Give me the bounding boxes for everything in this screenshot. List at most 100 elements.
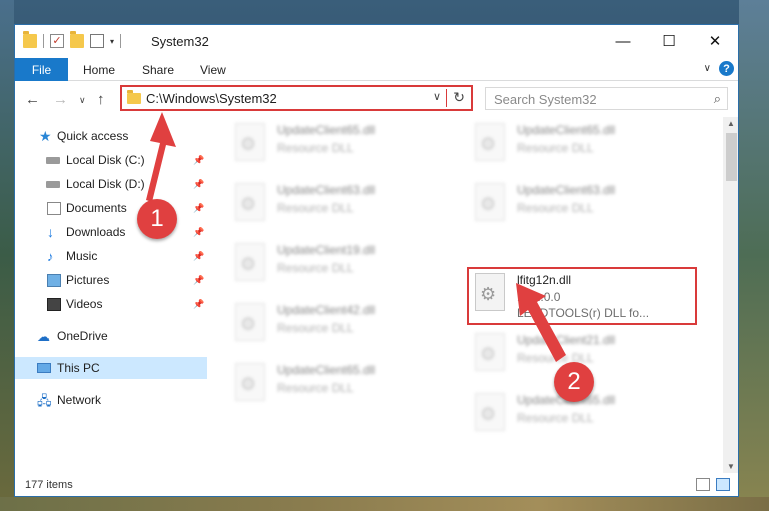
navigation-bar: ← → ∨ ↑ C:\Windows\System32 ∨ ↻ Search S… xyxy=(15,81,738,117)
file-name: UpdateClient19.dll xyxy=(277,243,376,257)
status-bar: 177 items xyxy=(15,473,738,496)
star-icon: ★ xyxy=(39,127,52,144)
tab-home[interactable]: Home xyxy=(83,58,115,81)
sidebar-item-music[interactable]: ♪ Music 📌 xyxy=(15,245,207,267)
sidebar-item-quick-access[interactable]: ★ Quick access xyxy=(15,125,207,147)
scroll-up-arrow-icon[interactable]: ▲ xyxy=(727,119,735,128)
view-properties-icon[interactable] xyxy=(90,34,104,48)
dll-file-icon xyxy=(475,183,505,221)
title-bar: ✓ ▾ System32 — ☐ ✕ xyxy=(15,25,738,58)
details-view-icon[interactable] xyxy=(696,478,710,491)
dll-file-icon xyxy=(475,273,505,311)
ribbon-right-controls: ∨ ? xyxy=(704,61,734,76)
file-tile[interactable]: UpdateClient65.dll Resource DLL xyxy=(229,117,459,173)
computer-icon xyxy=(37,363,51,373)
file-list: UpdateClient65.dll Resource DLL UpdateCl… xyxy=(211,117,723,473)
sidebar-item-network[interactable]: 🖧 Network xyxy=(15,389,207,411)
address-bar[interactable]: C:\Windows\System32 ∨ ↻ xyxy=(120,85,473,111)
sidebar-item-label: Documents xyxy=(66,201,127,215)
file-type: Resource DLL xyxy=(277,141,354,155)
callout-badge-2: 2 xyxy=(554,362,594,402)
tab-view[interactable]: View xyxy=(200,58,226,81)
file-type: Resource DLL xyxy=(517,201,594,215)
sidebar-item-downloads[interactable]: ↓ Downloads 📌 xyxy=(15,221,207,243)
search-placeholder[interactable]: Search System32 xyxy=(494,92,597,107)
sidebar-item-label: Local Disk (D:) xyxy=(66,177,145,191)
scrollbar-thumb[interactable] xyxy=(726,133,737,181)
dll-file-icon xyxy=(235,183,265,221)
pin-icon[interactable]: 📌 xyxy=(193,155,204,166)
file-name: UpdateClient42.dll xyxy=(277,303,376,317)
search-icon[interactable]: ⌕ xyxy=(714,91,721,107)
properties-check-icon[interactable]: ✓ xyxy=(50,34,64,48)
sidebar-item-onedrive[interactable]: ☁ OneDrive xyxy=(15,325,207,347)
minimize-button[interactable]: — xyxy=(600,25,646,57)
sidebar-item-label: This PC xyxy=(57,361,100,375)
file-name: UpdateClient65.dll xyxy=(277,123,376,137)
up-arrow-icon[interactable]: ↑ xyxy=(97,91,105,108)
back-arrow-icon[interactable]: ← xyxy=(25,91,40,108)
close-button[interactable]: ✕ xyxy=(692,25,738,57)
pin-icon[interactable]: 📌 xyxy=(193,299,204,310)
search-box[interactable]: Search System32 ⌕ xyxy=(485,87,728,110)
file-tile[interactable]: UpdateClient63.dll Resource DLL xyxy=(469,177,699,233)
file-tile[interactable]: UpdateClient65.dll Resource DLL xyxy=(229,357,459,413)
help-icon[interactable]: ? xyxy=(719,61,734,76)
navigation-pane: ★ Quick access Local Disk (C:) 📌 Local D… xyxy=(15,117,207,473)
address-path[interactable]: C:\Windows\System32 xyxy=(146,91,277,106)
dll-file-icon xyxy=(475,333,505,371)
file-tile[interactable]: UpdateClient19.dll Resource DLL xyxy=(229,237,459,293)
callout-badge-1: 1 xyxy=(137,199,177,239)
expand-ribbon-chevron-icon[interactable]: ∨ xyxy=(704,63,711,74)
sidebar-item-local-disk-c[interactable]: Local Disk (C:) 📌 xyxy=(15,149,207,171)
address-dropdown-chevron-icon[interactable]: ∨ xyxy=(433,90,441,103)
sidebar-item-local-disk-d[interactable]: Local Disk (D:) 📌 xyxy=(15,173,207,195)
view-toggle xyxy=(696,478,730,491)
file-name: UpdateClient21.dll xyxy=(517,333,616,347)
vertical-scrollbar[interactable]: ▲ ▼ xyxy=(723,117,738,473)
sidebar-item-this-pc[interactable]: This PC xyxy=(15,357,207,379)
customize-toolbar-chevron-icon[interactable]: ▾ xyxy=(110,37,114,46)
sidebar-item-label: OneDrive xyxy=(57,329,108,343)
refresh-icon[interactable]: ↻ xyxy=(453,89,465,106)
folder-icon[interactable] xyxy=(23,31,37,48)
file-name: UpdateClient63.dll xyxy=(277,183,376,197)
sidebar-item-pictures[interactable]: Pictures 📌 xyxy=(15,269,207,291)
music-icon: ♪ xyxy=(47,248,54,264)
pin-icon[interactable]: 📌 xyxy=(193,203,204,214)
tab-share[interactable]: Share xyxy=(142,58,174,81)
file-description: LEADTOOLS(r) DLL fo... xyxy=(517,306,650,320)
sidebar-item-label: Local Disk (C:) xyxy=(66,153,145,167)
maximize-button[interactable]: ☐ xyxy=(646,25,692,57)
pin-icon[interactable]: 📌 xyxy=(193,227,204,238)
new-folder-icon[interactable] xyxy=(70,31,84,48)
pin-icon[interactable]: 📌 xyxy=(193,179,204,190)
file-type: Resource DLL xyxy=(517,141,594,155)
sidebar-item-documents[interactable]: Documents 📌 xyxy=(15,197,207,219)
pin-icon[interactable]: 📌 xyxy=(193,275,204,286)
tab-file[interactable]: File xyxy=(15,58,68,81)
file-tile[interactable]: UpdateClient63.dll Resource DLL xyxy=(229,177,459,233)
desktop-background-right xyxy=(739,0,769,511)
large-icons-view-icon[interactable] xyxy=(716,478,730,491)
documents-icon xyxy=(47,201,61,215)
desktop-background-left xyxy=(0,0,14,511)
file-version: 12.1.0.0 xyxy=(517,290,561,304)
videos-icon xyxy=(47,297,61,311)
file-name: UpdateClient65.dll xyxy=(517,123,616,137)
scroll-down-arrow-icon[interactable]: ▼ xyxy=(727,462,735,471)
toolbar-separator xyxy=(120,34,122,48)
file-name: UpdateClient65.dll xyxy=(277,363,376,377)
file-tile[interactable]: UpdateClient42.dll Resource DLL xyxy=(229,297,459,353)
recent-locations-chevron-icon[interactable]: ∨ xyxy=(79,95,86,106)
sidebar-item-videos[interactable]: Videos 📌 xyxy=(15,293,207,315)
window-controls: — ☐ ✕ xyxy=(600,25,738,57)
drive-icon xyxy=(46,157,60,164)
pin-icon[interactable]: 📌 xyxy=(193,251,204,262)
file-tile[interactable]: UpdateClient65.dll Resource DLL xyxy=(469,117,699,173)
file-tile-highlighted[interactable]: lfitg12n.dll 12.1.0.0 LEADTOOLS(r) DLL f… xyxy=(467,267,697,325)
file-type: Resource DLL xyxy=(277,201,354,215)
forward-arrow-icon[interactable]: → xyxy=(53,91,68,108)
cloud-icon: ☁ xyxy=(37,328,50,344)
sidebar-item-label: Downloads xyxy=(66,225,126,239)
